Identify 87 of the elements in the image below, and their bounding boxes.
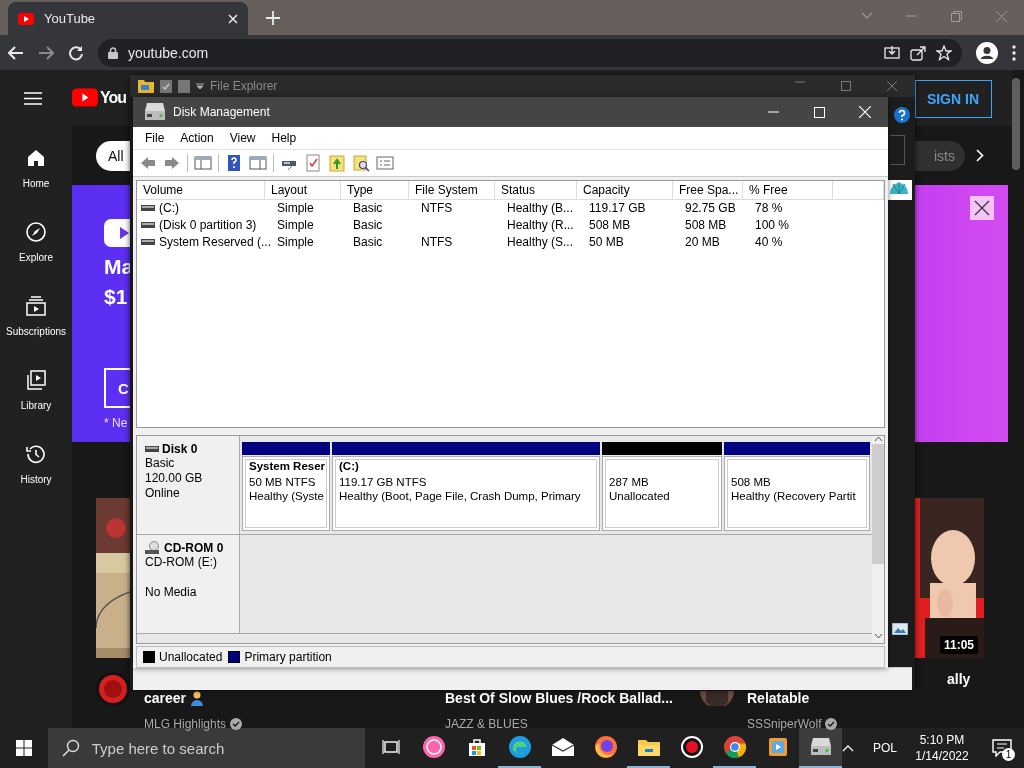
video-title[interactable]: Relatable [747, 690, 810, 706]
table-cell-text: 78 % [754, 201, 783, 216]
menu-item[interactable]: File [137, 130, 173, 145]
column-header[interactable]: Layout [265, 180, 341, 199]
table-cell-text: 508 MB [588, 218, 631, 233]
table-cell-text: Simple [276, 218, 314, 233]
column-header[interactable]: Type [341, 180, 409, 199]
partition-box[interactable]: (C:) 119.17 GB NTFS Healthy (Boot, Page File, Crash Dump, Primary [332, 456, 600, 532]
partition-box[interactable]: 508 MB Healthy (Recovery Partit [724, 456, 870, 532]
video-title[interactable]: Best Of Slow Blues /Rock Ballad... [445, 690, 673, 706]
table-cell-text: Simple [276, 235, 314, 250]
video-title[interactable]: career [144, 690, 187, 706]
window-title: Disk Management [173, 105, 270, 119]
language-indicator[interactable]: POL [866, 741, 904, 755]
column-header[interactable]: Status [495, 180, 577, 199]
logo-text: You [100, 88, 127, 107]
sidebar-item[interactable]: Explore [19, 252, 53, 263]
sidebar-item[interactable]: Home [22, 178, 50, 189]
partition-info: 119.17 GB NTFS [339, 476, 428, 489]
partition-info: Healthy (Syste [249, 490, 323, 503]
menu-item[interactable]: Action [172, 130, 222, 145]
table-cell-text: Healthy (R... [506, 218, 574, 233]
disk-info: Online [145, 486, 181, 502]
video-title[interactable]: ally [947, 671, 971, 687]
table-cell-text: 92.75 GB [684, 201, 736, 216]
notification-badge: 1 [1002, 748, 1015, 761]
clock-date[interactable]: 1/14/2022 [915, 749, 969, 763]
partition-info: 50 MB NTFS [249, 476, 317, 489]
clock-time[interactable]: 5:10 PM [919, 733, 965, 747]
partition-name: System Reser [249, 460, 326, 473]
disk-name: CD-ROM 0 [164, 541, 224, 556]
partition-info: Healthy (Recovery Partit [731, 490, 857, 503]
table-cell-text: Basic [352, 218, 383, 233]
table-cell-text: 119.17 GB [588, 201, 646, 216]
table-cell-text: NTFS [420, 201, 453, 216]
column-header[interactable]: Free Spa... [673, 180, 743, 199]
table-cell-text: 40 % [754, 235, 783, 250]
disk-name: Disk 0 [162, 442, 198, 457]
legend-label: Primary partition [244, 650, 332, 665]
video-duration: 11:05 [940, 636, 979, 654]
browser-tab[interactable]: YouTube [8, 2, 248, 35]
channel-name[interactable]: MLG Highlights [144, 717, 227, 731]
table-cell-text: 50 MB [588, 235, 624, 250]
partition-info: Healthy (Boot, Page File, Crash Dump, Primary [339, 490, 582, 503]
partition-info: 508 MB [731, 476, 772, 489]
tab-title: YouTube [44, 11, 97, 26]
sidebar-item[interactable]: History [20, 474, 52, 485]
column-header[interactable]: % Free [743, 180, 833, 199]
channel-name[interactable]: JAZZ & BLUES [445, 717, 528, 731]
partition-info: 287 MB [609, 476, 650, 489]
url-text: youtube.com [128, 44, 210, 61]
legend-label: Unallocated [159, 650, 223, 665]
disk-info: CD-ROM (E:) [145, 555, 218, 571]
menu-item[interactable]: Help [263, 130, 305, 145]
partition-box[interactable]: 287 MB Unallocated [602, 456, 722, 532]
disk-info: 120.00 GB [145, 471, 204, 487]
partition-info: Unallocated [609, 490, 671, 503]
banner-heading: $1 [104, 285, 129, 309]
table-cell-text: 20 MB [684, 235, 720, 250]
disk-info: Basic [145, 456, 176, 472]
column-header[interactable]: Capacity [577, 180, 673, 199]
menu-item[interactable]: View [221, 130, 264, 145]
address-bar[interactable]: youtube.com [98, 38, 962, 67]
partition-name: (C:) [339, 460, 359, 473]
banner-note: * Ne [104, 416, 128, 430]
filter-chip[interactable]: ists [915, 141, 965, 171]
table-cell-text: 100 % [754, 218, 790, 233]
sidebar-item[interactable]: Library [20, 400, 52, 411]
column-header[interactable]: File System [409, 180, 495, 199]
table-cell-text: Basic [352, 201, 383, 216]
table-cell-text: 508 MB [684, 218, 727, 233]
disk-info: No Media [145, 585, 198, 601]
column-header[interactable]: Volume [137, 180, 265, 199]
table-cell: System Reserved (... [159, 235, 272, 250]
filter-chip[interactable]: All [96, 141, 130, 171]
table-cell-text: NTFS [420, 235, 453, 250]
table-cell-text: Healthy (S... [506, 235, 574, 250]
table-cell-text: Simple [276, 201, 314, 216]
sidebar-item[interactable]: Subscriptions [6, 326, 66, 337]
window-title: File Explorer [210, 79, 278, 93]
table-cell-text: Basic [352, 235, 383, 250]
sign-in-button[interactable]: SIGN IN [915, 80, 992, 118]
channel-name[interactable]: SSSniperWolf [747, 717, 822, 731]
table-cell: (C:) [159, 201, 179, 216]
table-cell: (Disk 0 partition 3) [159, 218, 257, 233]
table-cell-text: Healthy (B... [506, 201, 574, 216]
partition-box[interactable]: System Reser 50 MB NTFS Healthy (Syste [242, 456, 330, 532]
